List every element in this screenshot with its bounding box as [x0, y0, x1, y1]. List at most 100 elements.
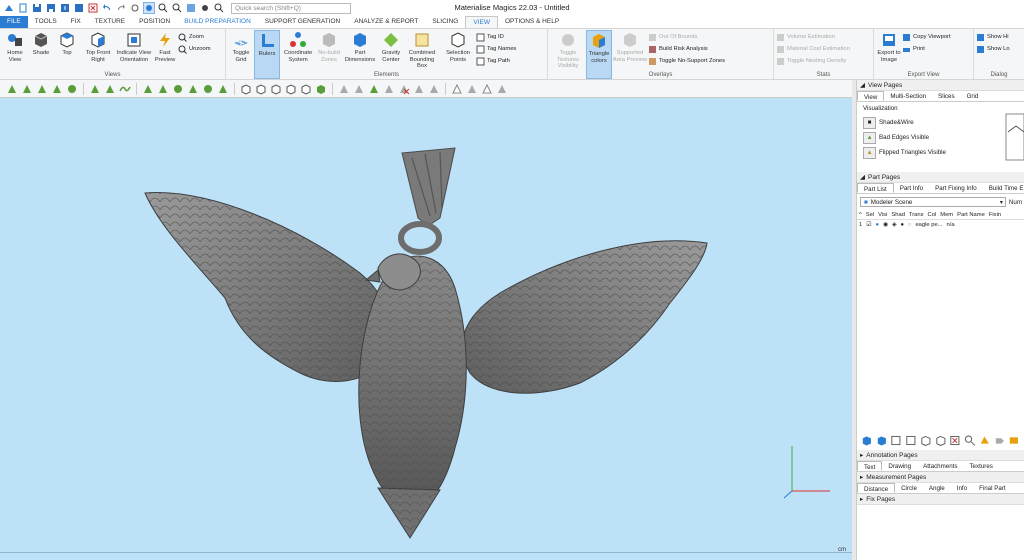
part-invert-icon[interactable] [270, 83, 282, 95]
tab-drawing[interactable]: Drawing [882, 461, 917, 471]
triangle-select-icon[interactable] [6, 83, 18, 95]
tab-grid[interactable]: Grid [961, 91, 985, 101]
3d-viewport[interactable]: cm [0, 98, 852, 560]
measure-icon[interactable] [199, 2, 211, 14]
color-icon[interactable]: ● [898, 222, 906, 228]
measure-delete-icon[interactable] [398, 83, 410, 95]
color-part-icon[interactable] [979, 434, 991, 447]
select-part-icon[interactable] [890, 434, 902, 447]
undo-icon[interactable] [101, 2, 113, 14]
view-pages-header[interactable]: ◢ View Pages [857, 80, 1024, 91]
tab-circle[interactable]: Circle [895, 483, 923, 493]
pan-mode-icon[interactable] [171, 2, 183, 14]
tab-angle[interactable]: Angle [923, 483, 951, 493]
col-trans[interactable]: Trans [907, 212, 926, 218]
part-select-icon[interactable] [240, 83, 252, 95]
part-show-icon[interactable] [300, 83, 312, 95]
measure-angle-icon[interactable] [413, 83, 425, 95]
tag-names-button[interactable]: Tag Names [476, 44, 516, 54]
tab-text[interactable]: Text [857, 461, 883, 471]
scene-select[interactable]: ■ Modeler Scene ▾ [860, 197, 1006, 207]
tag-part-icon[interactable] [994, 434, 1006, 447]
invert-marking-icon[interactable] [202, 83, 214, 95]
measurement-pages-header[interactable]: ▸ Measurement Pages [857, 472, 1024, 483]
col-part-name[interactable]: Part Name [955, 212, 987, 218]
volume-estimation-button[interactable]: Volume Estimation [776, 32, 850, 42]
show-lo-button[interactable]: Show Lo [976, 44, 1010, 54]
extend-marking-icon[interactable] [217, 83, 229, 95]
part-color-icon[interactable] [315, 83, 327, 95]
tab-info[interactable]: Info [951, 483, 973, 493]
surface-select-icon[interactable] [21, 83, 33, 95]
tab-build-preparation[interactable]: BUILD PREPARATION [177, 16, 258, 28]
lasso-select-icon[interactable] [89, 83, 101, 95]
tab-part-info[interactable]: Part Info [894, 183, 929, 193]
col-sel[interactable]: Sel [864, 212, 876, 218]
duplicate-part-icon[interactable] [876, 434, 888, 447]
tab-texture[interactable]: TEXTURE [88, 16, 132, 28]
app-logo-icon[interactable] [3, 2, 15, 14]
view-shade-icon[interactable] [466, 83, 478, 95]
unzoom-button[interactable]: Unzoom [178, 44, 211, 54]
tab-part-fixing-info[interactable]: Part Fixing Info [929, 183, 983, 193]
tab-file[interactable]: FILE [0, 16, 28, 28]
settings-icon[interactable] [129, 2, 141, 14]
tab-slices[interactable]: Slices [932, 91, 961, 101]
viz-shade-wire[interactable]: ■ Shade&Wire [857, 115, 1024, 130]
save-icon[interactable] [31, 2, 43, 14]
col-fixing[interactable]: Fixin [987, 212, 1003, 218]
plane-select-icon[interactable] [51, 83, 63, 95]
show-hi-button[interactable]: Show Hi [976, 32, 1010, 42]
tab-multi-section[interactable]: Multi-Section [884, 91, 932, 101]
col-mem[interactable]: Mem [938, 212, 955, 218]
sphere-select-icon[interactable] [66, 83, 78, 95]
viz-bad-edges[interactable]: ▲ Bad Edges Visible [857, 130, 1024, 145]
measure-info-icon[interactable] [428, 83, 440, 95]
tab-attachments[interactable]: Attachments [917, 461, 963, 471]
save-all-icon[interactable] [45, 2, 57, 14]
tab-support-generation[interactable]: SUPPORT GENERATION [258, 16, 348, 28]
export-icon[interactable] [73, 2, 85, 14]
fix-pages-header[interactable]: ▸ Fix Pages [857, 494, 1024, 505]
zoom-mode-icon[interactable] [157, 2, 169, 14]
mem-icon[interactable]: ◌ [906, 222, 913, 228]
tab-slicing[interactable]: SLICING [425, 16, 465, 28]
tag-path-button[interactable]: Tag Path [476, 56, 516, 66]
cube-part-icon[interactable] [935, 434, 947, 447]
close-part-icon[interactable] [87, 2, 99, 14]
annotation-pages-header[interactable]: ▸ Annotation Pages [857, 450, 1024, 461]
view-flat-icon[interactable] [496, 83, 508, 95]
nesting-density-button[interactable]: Toggle Nesting Density [776, 56, 850, 66]
print-button[interactable]: Print [902, 44, 951, 54]
part-hide-icon[interactable] [285, 83, 297, 95]
tab-final-part[interactable]: Final Part [973, 483, 1011, 493]
tab-part-list[interactable]: Part List [857, 183, 894, 193]
eagle-pendant-model[interactable] [0, 98, 852, 560]
search-part-icon[interactable] [964, 434, 976, 447]
col-visi[interactable]: Visi [876, 212, 889, 218]
part-pages-header[interactable]: ◢ Part Pages [857, 172, 1024, 183]
part-deselect-icon[interactable] [255, 83, 267, 95]
tab-view-page[interactable]: View [857, 91, 885, 101]
view-wire-icon[interactable] [481, 83, 493, 95]
box-select-icon[interactable] [142, 83, 154, 95]
tab-distance[interactable]: Distance [857, 483, 896, 493]
measure-point-icon[interactable] [338, 83, 350, 95]
measure-edge-icon[interactable] [353, 83, 365, 95]
tab-build-time[interactable]: Build Time E [983, 183, 1024, 193]
new-file-icon[interactable] [17, 2, 29, 14]
viz-flipped-triangles[interactable]: ▲ Flipped Triangles Visible [857, 145, 1024, 160]
build-risk-button[interactable]: Build Risk Analysis [648, 44, 725, 54]
copy-viewport-button[interactable]: Copy Viewport [902, 32, 951, 42]
tab-view[interactable]: VIEW [465, 16, 498, 28]
tab-tools[interactable]: TOOLS [28, 16, 64, 28]
brush-select-icon[interactable] [104, 83, 116, 95]
tab-textures[interactable]: Textures [963, 461, 998, 471]
tab-fix[interactable]: FIX [64, 16, 88, 28]
material-cost-button[interactable]: Material Cost Estimation [776, 44, 850, 54]
fit-part-icon[interactable] [920, 434, 932, 447]
tab-options-help[interactable]: OPTIONS & HELP [498, 16, 566, 28]
shade-icon[interactable]: ◉ [881, 222, 890, 228]
delete-part-icon[interactable] [949, 434, 961, 447]
fit-icon[interactable] [213, 2, 225, 14]
